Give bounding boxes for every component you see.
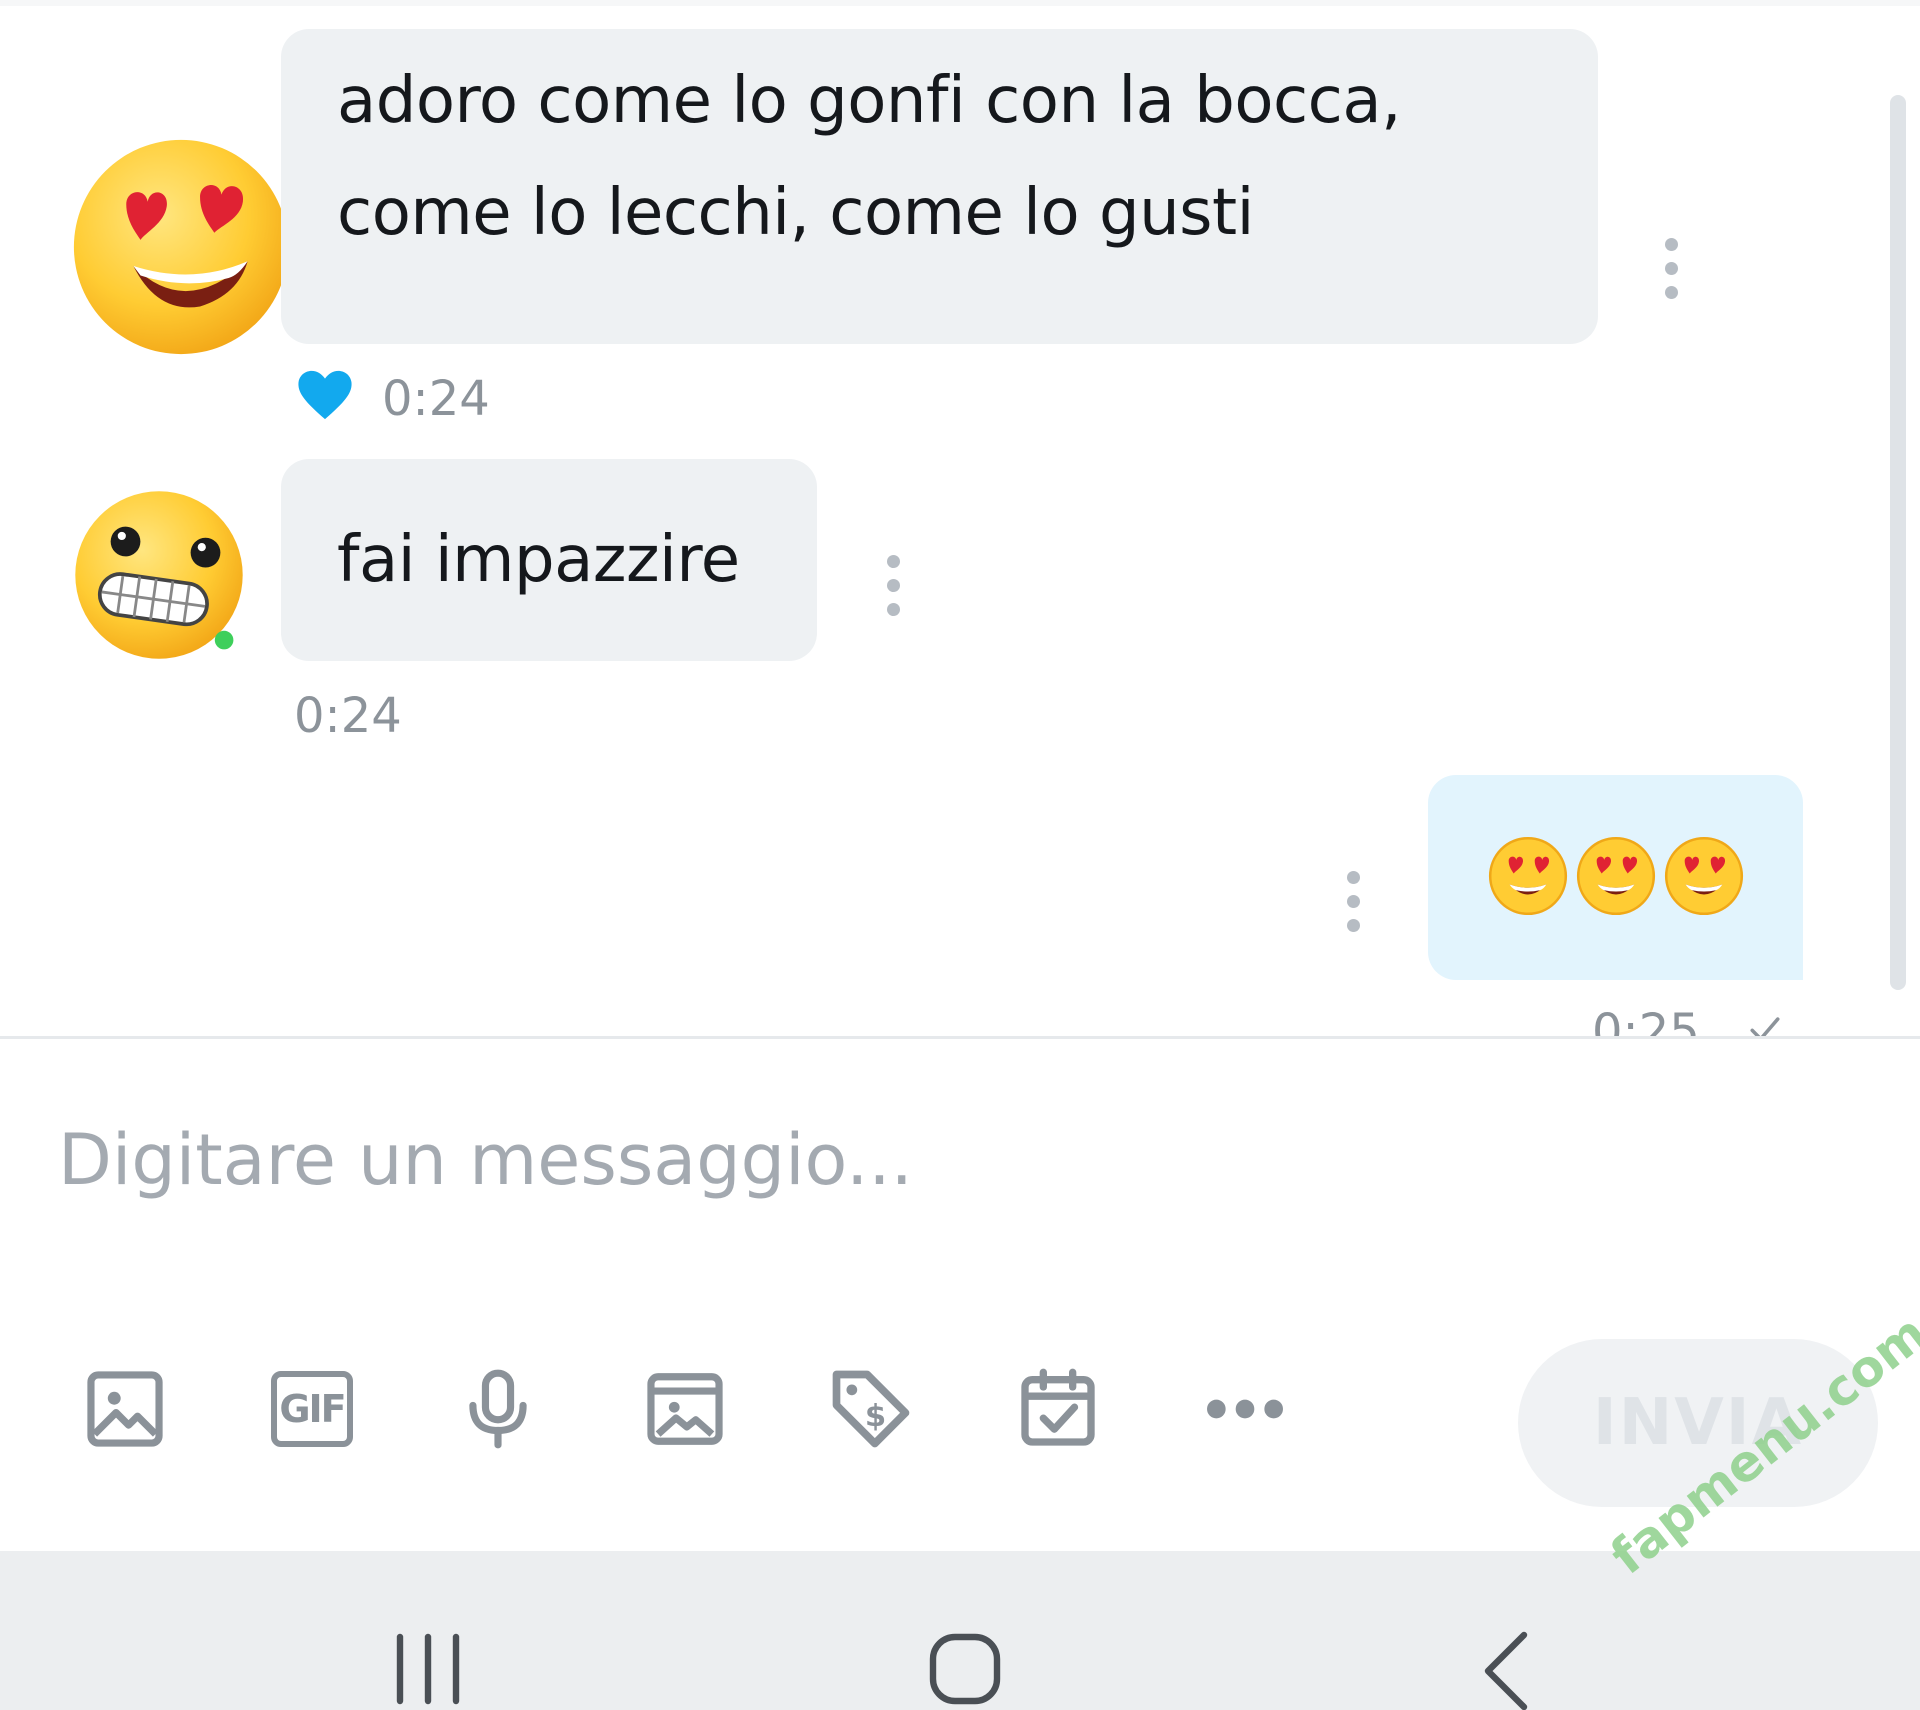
message-input[interactable] bbox=[56, 1094, 1460, 1226]
home-icon bbox=[929, 1633, 1001, 1705]
message-bubble[interactable]: fai impazzire bbox=[281, 459, 817, 661]
heart-eyes-emoji-icon bbox=[1488, 836, 1568, 916]
message-text: fai impazzire bbox=[337, 523, 740, 597]
heart-eyes-emoji-icon bbox=[73, 139, 289, 355]
price-tag-icon: $ bbox=[832, 1370, 910, 1448]
sender-avatar[interactable] bbox=[66, 480, 252, 670]
message-bubble-outgoing[interactable] bbox=[1428, 775, 1803, 980]
image-button[interactable] bbox=[77, 1361, 173, 1457]
image-icon bbox=[87, 1371, 163, 1447]
message-options-icon[interactable] bbox=[1665, 238, 1679, 310]
heart-eyes-emoji-icon bbox=[1664, 836, 1744, 916]
home-button[interactable] bbox=[925, 1629, 1005, 1710]
gif-icon: GIF bbox=[271, 1371, 353, 1447]
microphone-icon bbox=[469, 1369, 527, 1449]
top-edge bbox=[0, 0, 1920, 6]
svg-text:$: $ bbox=[865, 1399, 886, 1434]
back-icon bbox=[1484, 1631, 1528, 1710]
recent-apps-icon bbox=[396, 1633, 460, 1705]
message-line: come lo lecchi, come lo gusti bbox=[337, 176, 1254, 250]
delivered-check-icon bbox=[1750, 1017, 1780, 1036]
chat-screen: adoro come lo gonfi con la bocca, come l… bbox=[0, 0, 1920, 1710]
gif-button[interactable]: GIF bbox=[264, 1361, 360, 1457]
calendar-check-icon bbox=[1021, 1368, 1095, 1446]
message-options-icon[interactable] bbox=[1347, 871, 1361, 943]
heart-eyes-emoji-icon bbox=[1576, 836, 1656, 916]
schedule-button[interactable] bbox=[1010, 1361, 1106, 1457]
scrollbar[interactable] bbox=[1890, 95, 1906, 990]
message-line: adoro come lo gonfi con la bocca, bbox=[337, 64, 1401, 138]
grimacing-emoji-icon bbox=[75, 491, 243, 659]
sender-avatar[interactable] bbox=[62, 128, 300, 366]
back-button[interactable] bbox=[1476, 1629, 1536, 1710]
heart-icon[interactable] bbox=[296, 368, 354, 422]
recent-apps-button[interactable] bbox=[388, 1629, 468, 1710]
message-list[interactable]: adoro come lo gonfi con la bocca, come l… bbox=[0, 0, 1920, 1036]
message-time: 0:25 bbox=[1592, 1004, 1700, 1036]
media-gallery-button[interactable] bbox=[637, 1361, 733, 1457]
price-tag-button[interactable]: $ bbox=[823, 1361, 919, 1457]
message-time: 0:24 bbox=[294, 688, 402, 744]
more-button[interactable] bbox=[1197, 1361, 1293, 1457]
message-options-icon[interactable] bbox=[887, 555, 901, 627]
media-gallery-icon bbox=[647, 1373, 723, 1445]
gif-label: GIF bbox=[279, 1387, 346, 1431]
composer: GIF $ bbox=[0, 1039, 1920, 1551]
message-time: 0:24 bbox=[382, 371, 490, 427]
message-bubble[interactable]: adoro come lo gonfi con la bocca, come l… bbox=[281, 29, 1598, 344]
voice-button[interactable] bbox=[450, 1361, 546, 1457]
more-icon bbox=[1207, 1399, 1283, 1419]
